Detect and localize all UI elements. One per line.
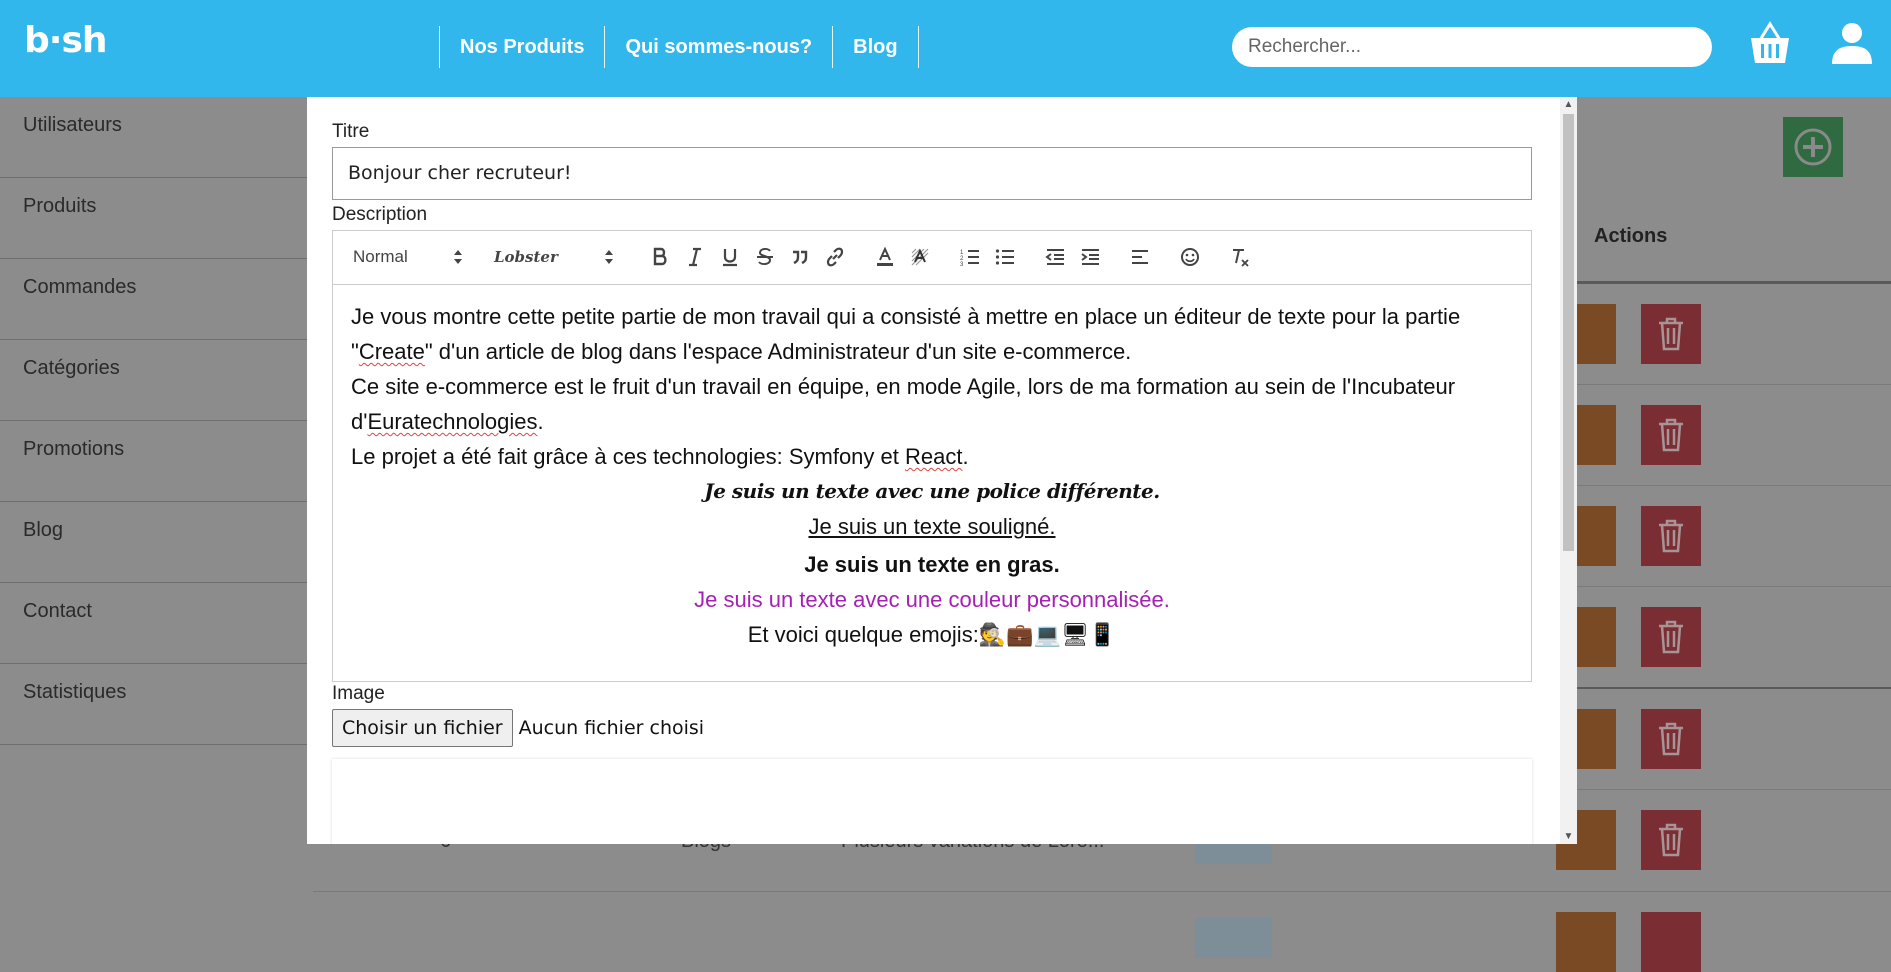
sidebar-item-commandes[interactable]: Commandes [0,259,313,340]
image-preview [332,759,1532,844]
clear-format-icon[interactable] [1227,244,1253,270]
emoji-line: Et voici quelque emojis:🕵💼💻🖥📱 [747,622,1117,647]
delete-button[interactable] [1641,405,1701,465]
italic-icon[interactable] [682,244,708,270]
basket-icon[interactable] [1748,20,1792,68]
scroll-down-icon[interactable]: ▼ [1560,829,1577,844]
sidebar-item-promotions[interactable]: Promotions [0,421,313,502]
background-color-icon[interactable] [907,244,933,270]
text-run: Le projet a été fait grâce à ces technol… [351,444,905,469]
scroll-up-icon[interactable]: ▲ [1560,97,1577,112]
sidebar-item-blog[interactable]: Blog [0,502,313,583]
colored-line: Je suis un texte avec une couleur person… [694,587,1170,612]
description-label: Description [332,204,428,225]
bold-icon[interactable] [647,244,673,270]
modal-scrollbar[interactable]: ▲ ▼ [1560,97,1577,844]
paragraph-1: Je vous montre cette petite partie de mo… [351,299,1513,369]
underline-line-wrap: Je suis un texte souligné. [351,509,1513,544]
delete-button[interactable] [1641,912,1701,972]
delete-button[interactable] [1641,709,1701,769]
file-status: Aucun fichier choisi [518,717,705,739]
main-nav: Nos Produits Qui sommes-nous? Blog [439,26,919,68]
nav-item-blog[interactable]: Blog [832,26,919,68]
file-picker: Choisir un fichier Aucun fichier choisi [332,709,704,747]
outdent-icon[interactable] [1042,244,1068,270]
add-article-button[interactable] [1783,117,1843,177]
align-icon[interactable] [1127,244,1153,270]
edit-button[interactable] [1556,912,1616,972]
user-icon[interactable] [1830,20,1874,68]
edit-article-modal: Titre Bonjour cher recruteur! Descriptio… [307,97,1577,844]
paragraph-3: Le projet a été fait grâce à ces technol… [351,439,1513,474]
table-header-actions: Actions [1594,225,1668,247]
svg-text:3: 3 [960,262,964,267]
spellcheck-word: Create [358,339,425,364]
delete-button[interactable] [1641,810,1701,870]
sidebar-item-categories[interactable]: Catégories [0,340,313,421]
top-header: b·sh Nos Produits Qui sommes-nous? Blog [0,0,1891,97]
choose-file-button[interactable]: Choisir un fichier [332,709,513,747]
custom-font-line: Je suis un texte avec une police différe… [704,479,1160,503]
underlined-text: Je suis un texte souligné. [808,514,1056,539]
editor-toolbar: Normal Lobster 123 [333,231,1531,285]
spellcheck-word: React [905,444,963,469]
underline-icon[interactable] [717,244,743,270]
admin-sidebar: Utilisateurs Produits Commandes Catégori… [0,97,314,937]
sidebar-item-contact[interactable]: Contact [0,583,313,664]
text-color-icon[interactable] [872,244,898,270]
ordered-list-icon[interactable]: 123 [957,244,983,270]
blockquote-icon[interactable] [787,244,813,270]
select-arrows-icon [605,250,613,264]
sidebar-item-statistiques[interactable]: Statistiques [0,664,313,745]
delete-button[interactable] [1641,304,1701,364]
row-divider [313,891,1891,892]
sidebar-item-produits[interactable]: Produits [0,178,313,259]
select-arrows-icon [454,250,462,264]
site-logo[interactable]: b·sh [24,20,108,61]
delete-button[interactable] [1641,506,1701,566]
text-run: . [962,444,969,469]
trash-icon [1659,620,1683,654]
emoji-icon[interactable] [1177,244,1203,270]
trash-icon [1659,418,1683,452]
nav-item-qui-sommes-nous[interactable]: Qui sommes-nous? [604,26,832,68]
search-input[interactable] [1232,27,1712,67]
title-input[interactable]: Bonjour cher recruteur! [332,147,1532,200]
row-thumbnail [1195,918,1272,958]
plus-circle-icon [1794,128,1832,166]
delete-button[interactable] [1641,607,1701,667]
paragraph-2: Ce site e-commerce est le fruit d'un tra… [351,369,1513,439]
font-select[interactable]: Lobster [494,244,614,270]
strike-icon[interactable] [752,244,778,270]
text-run: . [537,409,544,434]
indent-icon[interactable] [1077,244,1103,270]
title-label: Titre [332,121,370,142]
spellcheck-word: Euratechnologies [367,409,538,434]
image-label: Image [332,683,385,704]
editor-content[interactable]: Je vous montre cette petite partie de mo… [333,285,1531,666]
trash-icon [1659,317,1683,351]
link-icon[interactable] [822,244,848,270]
sidebar-item-utilisateurs[interactable]: Utilisateurs [0,97,313,178]
bold-line: Je suis un texte en gras. [804,552,1060,577]
text-run: " d'un article de blog dans l'espace Adm… [424,339,1132,364]
size-select[interactable]: Normal [353,244,463,270]
rich-text-editor: Normal Lobster 123 Je vous montre cette … [332,230,1532,682]
trash-icon [1659,519,1683,553]
trash-icon [1659,722,1683,756]
nav-item-produits[interactable]: Nos Produits [439,26,604,68]
trash-icon [1659,823,1683,857]
scroll-thumb[interactable] [1563,114,1574,551]
bullet-list-icon[interactable] [992,244,1018,270]
